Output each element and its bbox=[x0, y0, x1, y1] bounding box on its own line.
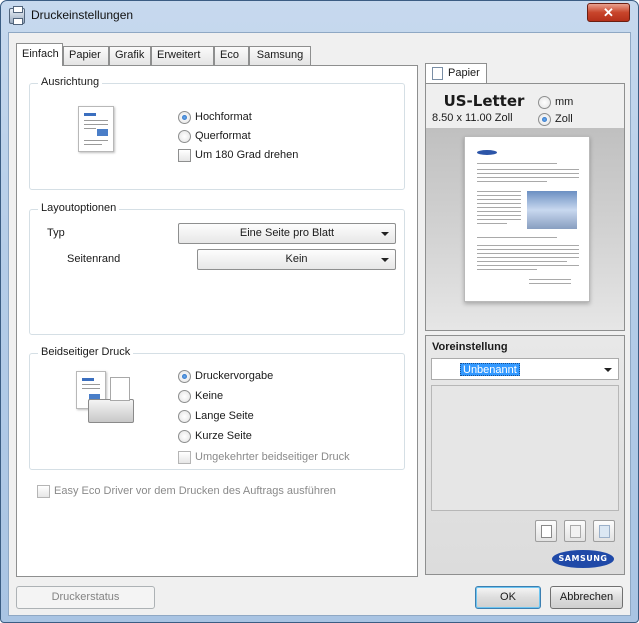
trash-icon bbox=[599, 525, 610, 538]
dialog-client: Einfach Papier Grafik Erweitert Eco Sams… bbox=[8, 32, 631, 616]
print-settings-window: Druckeinstellungen ✕ Einfach Papier Graf… bbox=[0, 0, 639, 623]
type-dropdown[interactable]: Eine Seite pro Blatt bbox=[178, 223, 396, 244]
duplex-none-radio[interactable]: Keine bbox=[178, 389, 223, 403]
save-icon bbox=[570, 525, 581, 538]
duplex-short-edge-label: Kurze Seite bbox=[195, 430, 252, 442]
duplex-long-edge-radio-button[interactable] bbox=[178, 409, 191, 423]
duplex-long-edge-label: Lange Seite bbox=[195, 410, 254, 422]
tab-samsung[interactable]: Samsung bbox=[249, 46, 311, 65]
ok-button[interactable]: OK bbox=[475, 586, 541, 609]
rotate-180-checkbox[interactable]: Um 180 Grad drehen bbox=[178, 148, 298, 162]
orientation-legend: Ausrichtung bbox=[38, 76, 103, 88]
landscape-radio-button[interactable] bbox=[178, 129, 191, 143]
tab-eco[interactable]: Eco bbox=[214, 46, 249, 65]
cancel-button[interactable]: Abbrechen bbox=[550, 586, 623, 609]
reverse-duplex-checkbox[interactable]: Umgekehrter beidseitiger Druck bbox=[178, 450, 350, 464]
preset-dropdown-value: Unbenannt bbox=[460, 363, 520, 376]
duplex-group: Beidseitiger Druck Druckervorgabe Keine … bbox=[29, 346, 405, 470]
unit-mm-radio-button[interactable] bbox=[538, 95, 551, 109]
preset-panel: Voreinstellung Unbenannt SAMSUNG bbox=[425, 335, 625, 575]
portrait-radio[interactable]: Hochformat bbox=[178, 110, 252, 124]
tab-preview-papier[interactable]: Papier bbox=[425, 63, 487, 84]
delete-preset-button[interactable] bbox=[593, 520, 615, 542]
chevron-down-icon bbox=[604, 368, 612, 372]
landscape-label: Querformat bbox=[195, 130, 251, 142]
duplex-short-edge-radio-button[interactable] bbox=[178, 429, 191, 443]
duplex-long-edge-radio[interactable]: Lange Seite bbox=[178, 409, 254, 423]
duplex-default-radio-button[interactable] bbox=[178, 369, 191, 383]
unit-inch-radio[interactable]: Zoll bbox=[538, 112, 573, 126]
duplex-printer-icon bbox=[74, 371, 134, 423]
chevron-down-icon bbox=[381, 232, 389, 236]
duplex-none-label: Keine bbox=[195, 390, 224, 402]
eco-driver-check[interactable] bbox=[37, 484, 50, 498]
duplex-default-label: Druckervorgabe bbox=[195, 370, 274, 382]
preset-title: Voreinstellung bbox=[432, 341, 508, 353]
portrait-document-icon bbox=[78, 106, 114, 152]
unit-inch-label: Zoll bbox=[555, 113, 573, 125]
samsung-logo: SAMSUNG bbox=[552, 550, 614, 568]
close-button[interactable]: ✕ bbox=[587, 3, 630, 22]
unit-inch-radio-button[interactable] bbox=[538, 112, 551, 126]
preset-details-area bbox=[431, 385, 619, 511]
border-label: Seitenrand bbox=[67, 253, 121, 265]
unit-mm-radio[interactable]: mm bbox=[538, 95, 573, 109]
page-icon bbox=[432, 67, 443, 80]
tab-grafik[interactable]: Grafik bbox=[109, 46, 151, 65]
duplex-default-radio[interactable]: Druckervorgabe bbox=[178, 369, 273, 383]
paper-info: US-Letter 8.50 x 11.00 Zoll mm Zoll bbox=[426, 84, 624, 128]
printer-status-button[interactable]: Druckerstatus bbox=[16, 586, 155, 609]
border-dropdown-value: Kein bbox=[285, 253, 308, 265]
type-dropdown-value: Eine Seite pro Blatt bbox=[239, 227, 335, 239]
eco-driver-checkbox[interactable]: Easy Eco Driver vor dem Drucken des Auft… bbox=[37, 484, 336, 498]
duplex-short-edge-radio[interactable]: Kurze Seite bbox=[178, 429, 252, 443]
save-preset-button[interactable] bbox=[564, 520, 586, 542]
unit-mm-label: mm bbox=[555, 96, 574, 108]
orientation-group: Ausrichtung Hochformat Querformat Um 180… bbox=[29, 76, 405, 190]
paper-name: US-Letter bbox=[443, 92, 525, 110]
reverse-duplex-label: Umgekehrter beidseitiger Druck bbox=[195, 451, 350, 463]
preview-tab-label: Papier bbox=[448, 67, 480, 79]
duplex-none-radio-button[interactable] bbox=[178, 389, 191, 403]
page-preview-image bbox=[464, 136, 590, 302]
title-bar[interactable]: Druckeinstellungen ✕ bbox=[1, 1, 638, 31]
window-title: Druckeinstellungen bbox=[31, 8, 134, 22]
tab-papier[interactable]: Papier bbox=[63, 46, 109, 65]
chevron-down-icon bbox=[381, 258, 389, 262]
paper-preview-panel: US-Letter 8.50 x 11.00 Zoll mm Zoll bbox=[425, 83, 625, 331]
tab-einfach[interactable]: Einfach bbox=[16, 43, 63, 66]
portrait-label: Hochformat bbox=[195, 111, 252, 123]
layout-legend: Layoutoptionen bbox=[38, 202, 120, 214]
preset-dropdown[interactable]: Unbenannt bbox=[431, 358, 619, 380]
portrait-radio-button[interactable] bbox=[178, 110, 191, 124]
landscape-radio[interactable]: Querformat bbox=[178, 129, 251, 143]
new-preset-button[interactable] bbox=[535, 520, 557, 542]
eco-driver-label: Easy Eco Driver vor dem Drucken des Auft… bbox=[54, 485, 336, 497]
duplex-legend: Beidseitiger Druck bbox=[38, 346, 134, 358]
new-page-icon bbox=[541, 525, 552, 538]
border-dropdown[interactable]: Kein bbox=[197, 249, 396, 270]
tab-erweitert[interactable]: Erweitert bbox=[151, 46, 214, 65]
rotate-180-label: Um 180 Grad drehen bbox=[195, 149, 299, 161]
type-label: Typ bbox=[47, 227, 65, 239]
layout-group: Layoutoptionen Typ Eine Seite pro Blatt … bbox=[29, 202, 405, 335]
reverse-duplex-check[interactable] bbox=[178, 450, 191, 464]
printer-icon bbox=[9, 6, 25, 25]
tab-panel-einfach: Ausrichtung Hochformat Querformat Um 180… bbox=[16, 65, 418, 577]
paper-size: 8.50 x 11.00 Zoll bbox=[432, 112, 513, 124]
rotate-180-check[interactable] bbox=[178, 148, 191, 162]
